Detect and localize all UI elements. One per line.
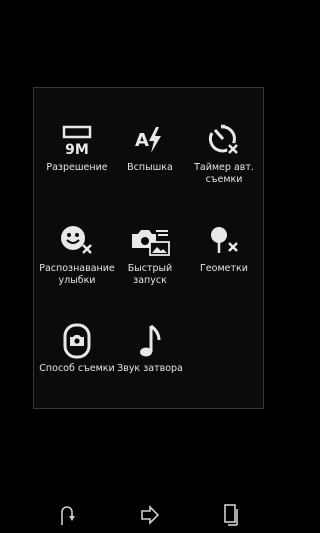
- shutter-sound-button[interactable]: Звук затвора: [112, 319, 188, 375]
- flash-auto-icon: A: [112, 118, 188, 162]
- smile-detection-button[interactable]: Распознавание улыбки: [39, 219, 115, 287]
- geotag-label: Геометки: [200, 263, 248, 274]
- resolution-9m-icon: 9M: [39, 118, 115, 162]
- flash-button[interactable]: A Вспышка: [112, 118, 188, 174]
- back-icon[interactable]: [54, 503, 78, 527]
- geotag-button[interactable]: Геометки: [186, 219, 262, 275]
- quick-launch-label: Быстрый запуск: [127, 263, 173, 286]
- self-timer-label: Таймер авт. съемки: [194, 162, 254, 185]
- svg-text:A: A: [135, 130, 149, 151]
- svg-text:9M: 9M: [65, 142, 89, 156]
- resolution-button[interactable]: 9M Разрешение: [39, 118, 115, 174]
- self-timer-button[interactable]: Таймер авт. съемки: [186, 118, 262, 186]
- forward-icon[interactable]: [138, 503, 162, 527]
- shutter-sound-icon: [112, 319, 188, 363]
- quick-launch-icon: [112, 219, 188, 263]
- capture-method-label: Способ съемки: [39, 363, 115, 374]
- recent-apps-icon[interactable]: [219, 503, 243, 527]
- resolution-label: Разрешение: [46, 162, 108, 173]
- capture-method-icon: [39, 319, 115, 363]
- geotag-off-icon: [186, 219, 262, 263]
- navigation-bar: [0, 497, 300, 533]
- shutter-sound-label: Звук затвора: [117, 363, 183, 374]
- smile-detection-label: Распознавание улыбки: [39, 263, 115, 286]
- self-timer-off-icon: [186, 118, 262, 162]
- capture-method-button[interactable]: Способ съемки: [39, 319, 115, 375]
- smile-detection-off-icon: [39, 219, 115, 263]
- quick-launch-button[interactable]: Быстрый запуск: [112, 219, 188, 287]
- flash-label: Вспышка: [127, 162, 173, 173]
- camera-settings-panel: 9M Разрешение A Вспышка Таймер авт. съем…: [33, 87, 264, 409]
